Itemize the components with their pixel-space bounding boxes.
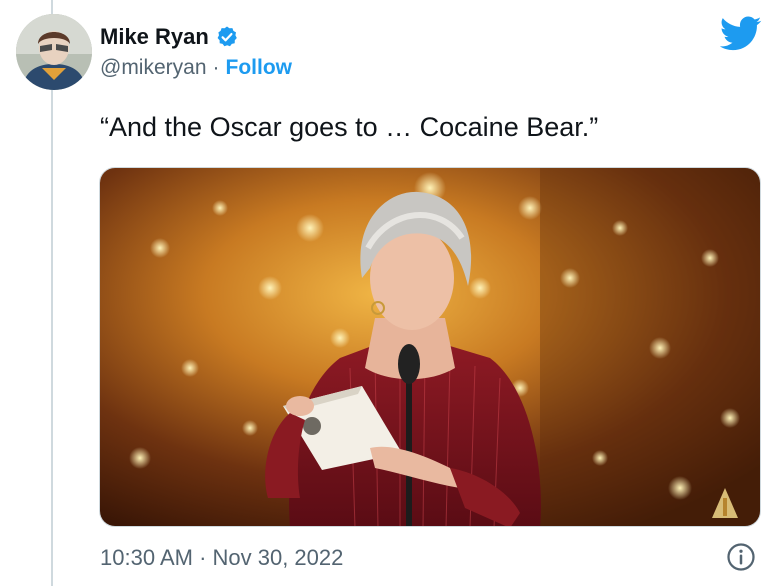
handle[interactable]: @mikeryan — [100, 56, 207, 80]
tweet-text: “And the Oscar goes to … Cocaine Bear.” — [100, 112, 599, 142]
oscars-presenter-image — [100, 168, 760, 526]
verified-badge-icon — [217, 26, 237, 47]
tweet-media-image[interactable] — [99, 167, 761, 527]
avatar[interactable] — [16, 14, 92, 90]
tweet-timestamp[interactable]: 10:30 AM · Nov 30, 2022 — [100, 545, 343, 571]
info-icon[interactable] — [726, 542, 756, 572]
author-block: Mike Ryan @mikeryan · Follow — [100, 22, 292, 80]
handle-row: @mikeryan · Follow — [100, 56, 292, 80]
name-row: Mike Ryan — [100, 22, 292, 52]
display-name[interactable]: Mike Ryan — [100, 24, 209, 50]
follow-link[interactable]: Follow — [226, 56, 293, 80]
twitter-bird-icon[interactable] — [720, 16, 762, 52]
separator-dot: · — [212, 56, 220, 79]
